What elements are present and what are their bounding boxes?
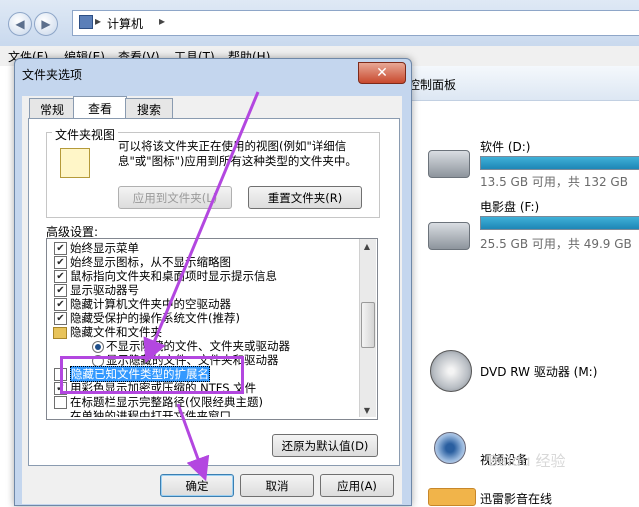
drive-info: 25.5 GB 可用，共 49.9 GB (480, 237, 632, 251)
button-label: 确定 (185, 478, 209, 493)
drive-usage-bar (480, 216, 639, 230)
drive-name[interactable]: DVD RW 驱动器 (M:) (480, 363, 597, 380)
radio-button[interactable] (92, 341, 104, 353)
apply-button[interactable]: 应用(A) (320, 474, 394, 497)
setting-item[interactable]: ✔ 始终显示菜单 (54, 241, 139, 255)
breadcrumb-separator-icon: ▸ (95, 14, 102, 28)
tab-general[interactable]: 常规 (29, 98, 75, 119)
drive-info: 13.5 GB 可用，共 132 GB (480, 175, 628, 189)
button-label: 重置文件夹(R) (267, 190, 343, 205)
checkbox[interactable]: ✔ (54, 242, 67, 255)
close-icon: ✕ (376, 65, 388, 81)
button-label: 应用(A) (337, 478, 377, 493)
setting-label: 隐藏受保护的操作系统文件(推荐) (70, 311, 240, 325)
close-button[interactable]: ✕ (358, 62, 406, 84)
checkbox[interactable]: ✔ (54, 270, 67, 283)
button-label: 还原为默认值(D) (281, 438, 369, 453)
setting-item[interactable]: 不显示隐藏的文件、文件夹或驱动器 (92, 339, 290, 353)
dvd-drive-icon (430, 350, 472, 392)
hard-drive-icon (428, 222, 470, 250)
checkbox[interactable]: ✔ (54, 312, 67, 325)
setting-group: 隐藏文件和文件夹 (53, 325, 162, 339)
back-button[interactable]: ◀ (8, 12, 32, 36)
setting-item[interactable]: ✔ 显示驱动器号 (54, 283, 139, 297)
folder-icon (53, 327, 67, 339)
hard-drive-icon (428, 150, 470, 178)
setting-label: 鼠标指向文件夹和桌面项时显示提示信息 (70, 269, 277, 283)
tab-label: 搜索 (136, 102, 161, 117)
setting-label: 隐藏计算机文件夹中的空驱动器 (70, 297, 231, 311)
drive-name[interactable]: 软件 (D:) (480, 138, 530, 155)
tab-label: 常规 (39, 102, 64, 117)
tab-search[interactable]: 搜索 (125, 98, 173, 119)
back-arrow-icon: ◀ (15, 17, 25, 31)
address-bar[interactable]: ▸ 计算机 ▸ (72, 10, 639, 36)
checkbox[interactable] (54, 396, 67, 409)
control-panel-button[interactable]: 控制面板 (408, 76, 456, 93)
device-name[interactable]: 迅雷影音在线 (480, 490, 552, 507)
dialog-title: 文件夹选项 (22, 68, 83, 82)
setting-item[interactable]: 在标题栏显示完整路径(仅限经典主题) (54, 395, 263, 409)
forward-button[interactable]: ▶ (34, 12, 58, 36)
setting-item[interactable]: ✔ 隐藏受保护的操作系统文件(推荐) (54, 311, 240, 325)
tab-view[interactable]: 查看 (73, 96, 127, 120)
restore-defaults-button[interactable]: 还原为默认值(D) (272, 434, 378, 457)
setting-label: 始终显示图标，从不显示缩略图 (70, 255, 231, 269)
drive-usage-bar (480, 156, 639, 170)
scroll-thumb[interactable] (361, 302, 375, 348)
setting-label: 显示驱动器号 (70, 283, 139, 297)
highlight-box (60, 356, 244, 394)
setting-item[interactable]: ✔ 鼠标指向文件夹和桌面项时显示提示信息 (54, 269, 277, 283)
reset-folders-button[interactable]: 重置文件夹(R) (248, 186, 362, 209)
webcam-icon (434, 432, 466, 464)
setting-item[interactable]: 在单独的进程中打开文件夹窗口 (70, 409, 231, 417)
apply-to-folders-button[interactable]: 应用到文件夹(L) (118, 186, 232, 209)
group-title: 文件夹视图 (52, 126, 119, 143)
scroll-down-icon[interactable]: ▼ (359, 403, 375, 417)
button-label: 应用到文件夹(L) (132, 190, 218, 205)
breadcrumb[interactable]: 计算机 (107, 15, 143, 32)
checkbox[interactable]: ✔ (54, 256, 67, 269)
forward-arrow-icon: ▶ (41, 17, 51, 31)
setting-label: 隐藏文件和文件夹 (70, 325, 162, 339)
setting-item[interactable]: ✔ 隐藏计算机文件夹中的空驱动器 (54, 297, 231, 311)
xunlei-app-icon (428, 488, 476, 506)
button-label: 取消 (265, 478, 289, 493)
setting-label: 在单独的进程中打开文件夹窗口 (70, 409, 231, 417)
setting-label: 在标题栏显示完整路径(仅限经典主题) (70, 395, 263, 409)
drive-name[interactable]: 电影盘 (F:) (480, 198, 539, 215)
cancel-button[interactable]: 取消 (240, 474, 314, 497)
scroll-up-icon[interactable]: ▲ (359, 239, 375, 253)
tab-label: 查看 (87, 102, 112, 116)
ok-button[interactable]: 确定 (160, 474, 234, 497)
breadcrumb-chevron-icon[interactable]: ▸ (159, 14, 165, 28)
folder-view-icon (60, 148, 90, 178)
folder-view-description: 可以将该文件夹正在使用的视图(例如"详细信息"或"图标")应用到所有这种类型的文… (118, 139, 357, 168)
checkbox[interactable]: ✔ (54, 284, 67, 297)
computer-icon (79, 15, 93, 29)
setting-item[interactable]: ✔ 始终显示图标，从不显示缩略图 (54, 255, 231, 269)
setting-label: 始终显示菜单 (70, 241, 139, 255)
checkbox[interactable]: ✔ (54, 298, 67, 311)
watermark: Baidu 经验 (488, 452, 566, 470)
setting-label: 不显示隐藏的文件、文件夹或驱动器 (106, 339, 290, 353)
